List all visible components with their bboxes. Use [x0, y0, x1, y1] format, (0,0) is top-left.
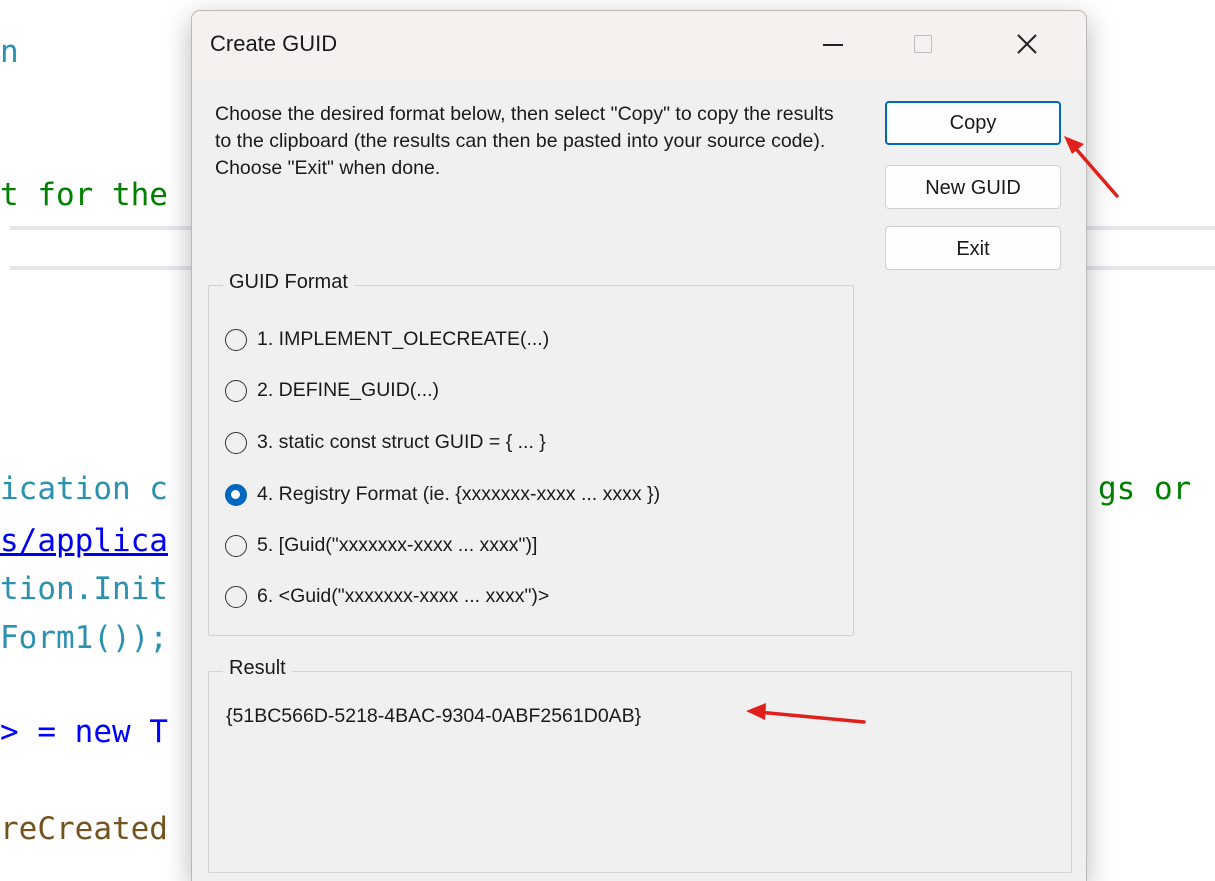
window-title: Create GUID [210, 31, 338, 56]
radio-button[interactable] [225, 535, 247, 557]
maximize-button[interactable] [878, 11, 968, 79]
code-line: > = new T [0, 714, 168, 750]
instructions-text: Choose the desired format below, then se… [215, 103, 834, 179]
exit-button[interactable]: Exit [885, 226, 1061, 270]
code-line: Form1()); [0, 620, 168, 656]
title-bar[interactable]: Create GUID [192, 11, 1086, 79]
minimize-button[interactable] [788, 11, 878, 79]
result-group: Result {51BC566D-5218-4BAC-9304-0ABF2561… [208, 657, 1072, 873]
code-line: ication c [0, 471, 168, 507]
new-guid-button[interactable]: New GUID [885, 165, 1061, 209]
radio-button[interactable] [225, 432, 247, 454]
radio-button-selected[interactable] [225, 484, 247, 506]
guid-format-group: GUID Format 1. IMPLEMENT_OLECREATE(...) … [208, 271, 854, 636]
code-line: reCreated [0, 811, 168, 847]
close-button[interactable] [968, 11, 1086, 79]
code-link[interactable]: s/applica [0, 523, 168, 559]
format-option-label: 3. static const struct GUID = { ... } [257, 431, 546, 453]
format-option-label: 4. Registry Format (ie. {xxxxxxx-xxxx ..… [257, 483, 661, 505]
format-option-label: 1. IMPLEMENT_OLECREATE(...) [257, 328, 550, 350]
close-icon [1017, 34, 1037, 54]
result-guid-value: {51BC566D-5218-4BAC-9304-0ABF2561D0AB} [226, 705, 642, 727]
guid-format-label: GUID Format [223, 271, 354, 294]
result-label: Result [223, 657, 292, 680]
format-option-label: 5. [Guid("xxxxxxx-xxxx ... xxxx")] [257, 534, 538, 556]
annotation-arrow-icon [746, 703, 866, 724]
annotation-arrow-icon [1064, 136, 1119, 198]
create-guid-dialog: Create GUID Choose the desired format be… [191, 10, 1087, 881]
format-option-label: 6. <Guid("xxxxxxx-xxxx ... xxxx")> [257, 585, 550, 607]
code-line: gs or [1098, 471, 1192, 507]
radio-button[interactable] [225, 586, 247, 608]
radio-button[interactable] [225, 380, 247, 402]
code-line: tion.Init [0, 571, 168, 607]
code-line: n [0, 34, 19, 70]
code-line: t for the [0, 177, 168, 213]
copy-button[interactable]: Copy [885, 101, 1061, 145]
format-option-label: 2. DEFINE_GUID(...) [257, 379, 440, 401]
radio-button[interactable] [225, 329, 247, 351]
